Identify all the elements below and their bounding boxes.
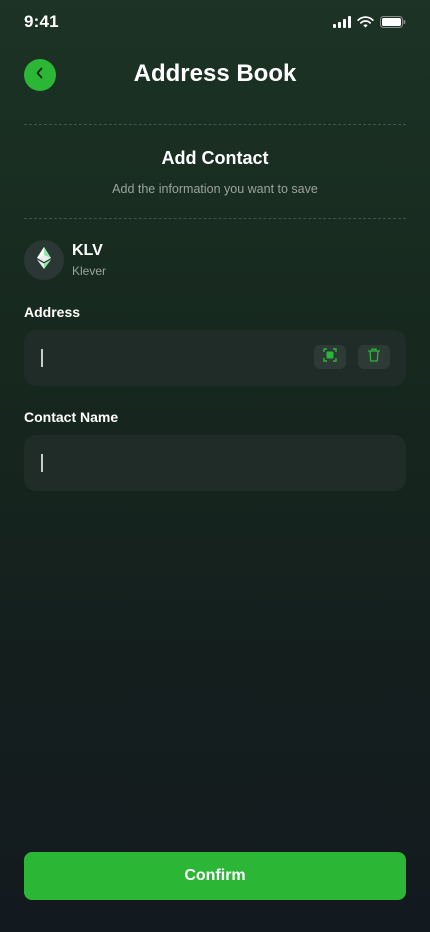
divider-top	[24, 124, 406, 125]
header: Address Book	[0, 52, 430, 98]
contact-name-label: Contact Name	[24, 409, 119, 425]
contact-name-field	[24, 435, 406, 493]
text-cursor	[41, 349, 43, 367]
divider-bottom	[24, 218, 406, 219]
text-cursor	[41, 454, 43, 472]
address-field	[24, 330, 406, 388]
confirm-button[interactable]: Confirm	[24, 852, 406, 900]
status-bar: 9:41	[0, 0, 430, 44]
contact-name-input[interactable]	[40, 435, 394, 493]
status-time: 9:41	[24, 12, 59, 31]
cellular-signal-icon	[333, 15, 351, 33]
token-symbol: KLV	[72, 242, 103, 259]
section-subtitle: Add the information you want to save	[112, 182, 318, 196]
page-title: Address Book	[133, 60, 297, 87]
battery-icon	[380, 15, 406, 33]
address-input[interactable]	[40, 330, 314, 388]
ethereum-icon	[36, 246, 52, 274]
address-label: Address	[24, 304, 81, 320]
section-title: Add Contact	[161, 148, 269, 168]
status-icons	[333, 15, 406, 33]
clear-address-button[interactable]	[358, 345, 390, 369]
wifi-icon	[357, 15, 374, 33]
token-text: KLV Klever	[72, 241, 106, 279]
scan-qr-button[interactable]	[314, 345, 346, 369]
selected-token: KLV Klever	[24, 240, 106, 280]
token-name: Klever	[72, 264, 107, 278]
trash-icon	[367, 348, 381, 367]
token-avatar	[24, 240, 64, 280]
scan-qr-icon	[323, 347, 337, 367]
